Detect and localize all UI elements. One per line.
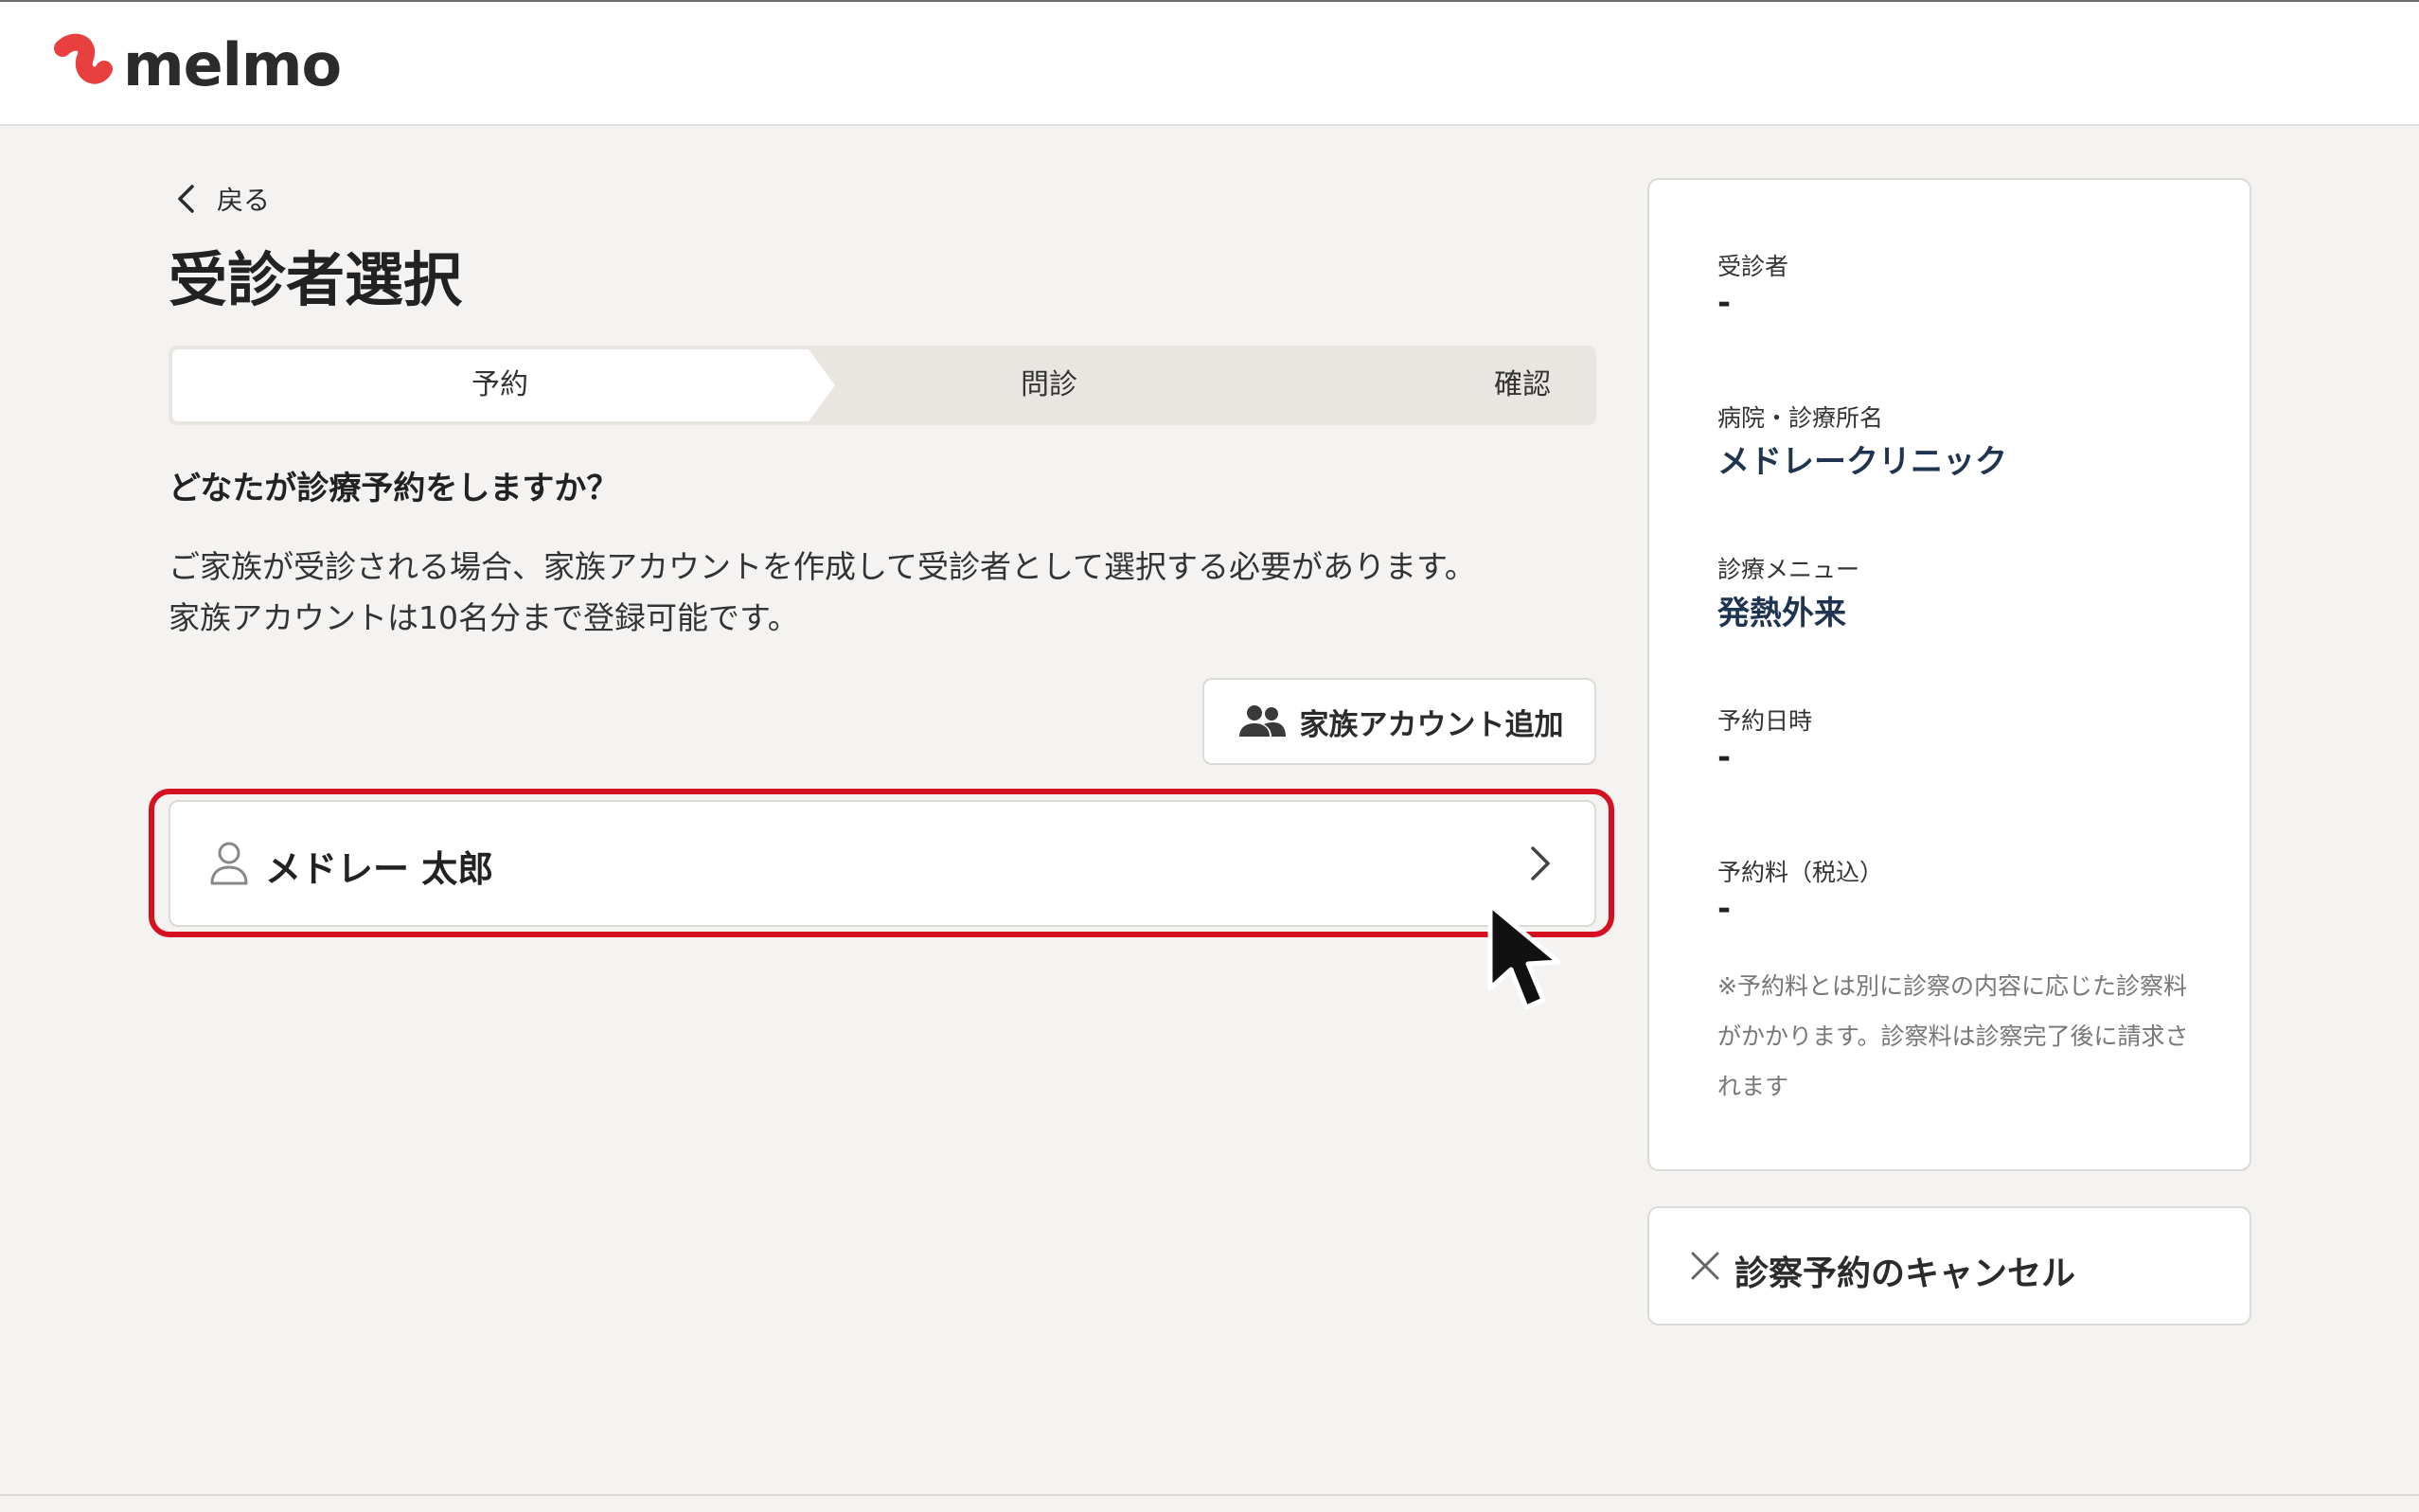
person-icon <box>210 842 248 885</box>
datetime-label: 予約日時 <box>1717 707 1813 735</box>
app-header: melmo <box>0 0 2419 126</box>
people-icon <box>1238 705 1286 737</box>
fee-note: ※予約料とは別に診察の内容に応じた診察料がかかります。診察料は診察完了後に請求さ… <box>1717 972 2189 1100</box>
mouse-cursor-icon <box>1487 902 1561 1010</box>
fee-value: - <box>1717 890 1732 928</box>
add-family-account-button[interactable]: 家族アカウント追加 <box>1202 678 1596 765</box>
melmo-logo[interactable]: melmo <box>47 30 342 99</box>
patient-row[interactable]: メドレー 太郎 <box>169 800 1596 927</box>
step-questionnaire: 問診 <box>1021 368 1077 401</box>
menu-value: 発熱外来 <box>1717 595 1846 632</box>
patient-label: 受診者 <box>1717 253 1789 280</box>
cancel-reservation-label: 診察予約のキャンセル <box>1734 1254 2076 1293</box>
add-family-account-label: 家族アカウント追加 <box>1299 707 1564 742</box>
chevron-right-icon <box>1531 846 1550 881</box>
description-line-1: ご家族が受診される場合、家族アカウントを作成して受診者として選択する必要がありま… <box>169 548 1476 585</box>
back-link[interactable]: 戻る <box>173 180 270 218</box>
close-icon <box>1691 1252 1719 1280</box>
page-title: 受診者選択 <box>169 245 463 314</box>
back-label: 戻る <box>217 185 271 216</box>
clinic-label: 病院・診療所名 <box>1717 404 1884 432</box>
cancel-reservation-button[interactable]: 診察予約のキャンセル <box>1647 1206 2251 1325</box>
datetime-value: - <box>1717 738 1732 776</box>
menu-label: 診療メニュー <box>1717 556 1860 583</box>
progress-steps: 予約 問診 確認 <box>169 346 1596 425</box>
patient-name: メドレー 太郎 <box>265 848 494 890</box>
step-reservation: 予約 <box>471 368 528 401</box>
patient-value: - <box>1717 284 1732 322</box>
chevron-left-icon <box>178 185 194 213</box>
step-confirm: 確認 <box>1494 368 1551 401</box>
melmo-logo-icon <box>54 33 113 84</box>
section-question: どなたが診療予約をしますか？ <box>169 470 619 507</box>
description-line-2: 家族アカウントは10名分まで登録可能です。 <box>169 599 799 636</box>
footer-divider <box>0 1494 2419 1496</box>
logo-text: melmo <box>123 30 342 99</box>
section-description: ご家族が受診される場合、家族アカウントを作成して受診者として選択する必要がありま… <box>169 542 1617 644</box>
fee-label: 予約料（税込） <box>1717 859 1884 886</box>
clinic-value: メドレークリニック <box>1717 443 2007 481</box>
reservation-summary-panel: 受診者 - 病院・診療所名 メドレークリニック 診療メニュー 発熱外来 予約日時… <box>1647 178 2251 1171</box>
